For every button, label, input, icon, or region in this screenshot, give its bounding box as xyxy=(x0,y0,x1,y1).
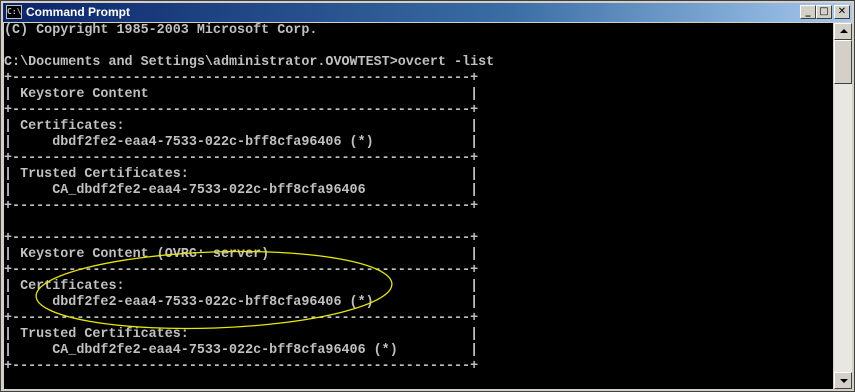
window-title: Command Prompt xyxy=(26,5,131,19)
maximize-button[interactable]: □ xyxy=(816,5,832,19)
console-line: +---------------------------------------… xyxy=(4,231,479,246)
console-line: | Trusted Certificates: | xyxy=(4,327,479,342)
console-line: | Trusted Certificates: | xyxy=(4,167,479,182)
console-line: | dbdf2fe2-eaa4-7533-022c-bff8cfa96406 (… xyxy=(4,135,479,150)
scroll-thumb[interactable] xyxy=(834,40,852,84)
minimize-button[interactable]: _ xyxy=(800,5,816,19)
console-line: | Certificates: | xyxy=(4,119,479,134)
console-line: | Certificates: | xyxy=(4,279,479,294)
console-line: | CA_dbdf2fe2-eaa4-7533-022c-bff8cfa9640… xyxy=(4,343,479,358)
command-prompt-window: C:\ Command Prompt _ □ ✕ (C) Copyright 1… xyxy=(0,0,855,392)
console-line: +---------------------------------------… xyxy=(4,359,479,374)
console-icon[interactable]: C:\ xyxy=(6,5,22,19)
console-line: (C) Copyright 1985-2003 Microsoft Corp. xyxy=(4,23,318,38)
console-line: +---------------------------------------… xyxy=(4,263,479,278)
console-line: +---------------------------------------… xyxy=(4,199,479,214)
console-line: +---------------------------------------… xyxy=(4,311,479,326)
console-line: | dbdf2fe2-eaa4-7533-022c-bff8cfa96406 (… xyxy=(4,295,479,310)
title-bar[interactable]: C:\ Command Prompt _ □ ✕ xyxy=(3,3,852,22)
console-line: | Keystore Content (OVRG: server) | xyxy=(4,247,479,262)
scroll-up-button[interactable] xyxy=(834,23,852,40)
up-arrow-icon xyxy=(840,29,848,33)
console-line: +---------------------------------------… xyxy=(4,103,479,118)
close-button[interactable]: ✕ xyxy=(834,5,850,19)
console-output[interactable]: (C) Copyright 1985-2003 Microsoft Corp. … xyxy=(4,23,833,389)
down-arrow-icon xyxy=(840,379,848,383)
console-line: C:\Documents and Settings\administrator.… xyxy=(4,55,495,70)
console-line: | Keystore Content | xyxy=(4,87,479,102)
console-line: +---------------------------------------… xyxy=(4,71,479,86)
scroll-down-button[interactable] xyxy=(834,372,852,389)
vertical-scrollbar[interactable] xyxy=(834,23,852,389)
console-line: | CA_dbdf2fe2-eaa4-7533-022c-bff8cfa9640… xyxy=(4,183,479,198)
console-line: +---------------------------------------… xyxy=(4,151,479,166)
